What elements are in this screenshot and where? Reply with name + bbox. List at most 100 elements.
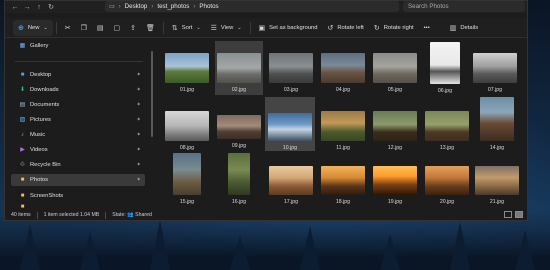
thumbnail-view-icon[interactable] bbox=[515, 211, 523, 218]
view-icon: ☰ bbox=[210, 24, 217, 32]
file-item[interactable]: 07.jpg bbox=[471, 53, 519, 93]
photo-thumbnail bbox=[228, 153, 250, 195]
sidebar-item-screenshots[interactable]: ■ ScreenShots bbox=[11, 190, 145, 202]
sidebar-item-recycle-bin[interactable]: ♲ Recycle Bin ✦ bbox=[11, 159, 145, 171]
refresh-icon[interactable]: ↻ bbox=[45, 3, 57, 11]
chevron-down-icon: ⌄ bbox=[237, 24, 242, 31]
file-item[interactable]: 21.jpg bbox=[473, 166, 521, 205]
file-item[interactable]: 15.jpg bbox=[169, 153, 205, 205]
rotate-right-label: Rotate right bbox=[383, 24, 414, 31]
file-name: 19.jpg bbox=[387, 199, 403, 205]
rotate-right-button[interactable]: ↻ Rotate right bbox=[369, 20, 419, 36]
sidebar-item-downloads[interactable]: ⬇ Downloads ✦ bbox=[11, 84, 145, 96]
view-button[interactable]: ☰ View ⌄ bbox=[206, 20, 247, 36]
copy-button[interactable]: ❐ bbox=[76, 20, 92, 36]
folder-icon: ■ bbox=[20, 177, 25, 183]
file-item[interactable]: 08.jpg bbox=[163, 111, 211, 151]
file-item[interactable]: 09.jpg bbox=[215, 115, 263, 149]
set-background-label: Set as background bbox=[269, 24, 318, 31]
sidebar-item-gallery[interactable]: ▦ Gallery bbox=[11, 40, 145, 52]
file-item[interactable]: 12.jpg bbox=[371, 111, 419, 151]
up-icon[interactable]: ↑ bbox=[33, 4, 45, 11]
breadcrumb-test-photos[interactable]: test_photos bbox=[157, 3, 189, 10]
details-view-icon[interactable] bbox=[504, 211, 512, 218]
file-item[interactable]: 14.jpg bbox=[477, 97, 517, 151]
forward-icon[interactable]: → bbox=[21, 4, 33, 11]
file-name: 01.jpg bbox=[179, 87, 195, 93]
file-item[interactable]: 19.jpg bbox=[371, 166, 419, 205]
desktop-icon: ■ bbox=[20, 72, 25, 78]
address-bar[interactable]: ▭ › Desktop › test_photos › Photos bbox=[105, 1, 399, 12]
file-item[interactable]: 18.jpg bbox=[319, 166, 367, 205]
downloads-icon: ⬇ bbox=[19, 87, 26, 93]
photo-thumbnail bbox=[217, 53, 261, 83]
delete-button[interactable]: 🗑 bbox=[141, 20, 160, 36]
sidebar-item-videos[interactable]: ▶ Videos ✦ bbox=[11, 144, 145, 156]
pin-icon[interactable]: ✦ bbox=[136, 87, 141, 93]
sidebar-item-pictures[interactable]: ▨ Pictures ✦ bbox=[11, 114, 145, 126]
sidebar-item-desktop[interactable]: ■ Desktop ✦ bbox=[11, 69, 145, 81]
background-icon: ▣ bbox=[258, 24, 266, 32]
pictures-icon: ▨ bbox=[19, 117, 26, 123]
sidebar-item-music[interactable]: ♪ Music ✦ bbox=[11, 129, 145, 141]
file-item-selected[interactable]: 02.jpg bbox=[215, 41, 263, 95]
file-name: 20.jpg bbox=[439, 199, 455, 205]
pin-icon[interactable]: ✦ bbox=[136, 132, 141, 138]
file-name: 17.jpg bbox=[283, 199, 299, 205]
photo-thumbnail bbox=[475, 166, 519, 195]
sidebar-scrollbar[interactable] bbox=[151, 51, 153, 137]
sort-label: Sort bbox=[181, 24, 193, 31]
share-button[interactable]: ⇪ bbox=[125, 20, 141, 36]
photo-thumbnail bbox=[480, 97, 514, 141]
gallery-icon: ▦ bbox=[19, 43, 26, 49]
sidebar-item-label: Recycle Bin bbox=[30, 162, 61, 168]
cut-button[interactable]: ✂ bbox=[60, 20, 76, 36]
file-item[interactable]: 20.jpg bbox=[423, 166, 471, 205]
selection-info: 1 item selected 1.04 MB bbox=[43, 212, 100, 218]
file-name: 06.jpg bbox=[437, 88, 453, 94]
breadcrumb-desktop[interactable]: Desktop bbox=[125, 3, 148, 10]
breadcrumb-photos[interactable]: Photos bbox=[199, 3, 218, 10]
file-item[interactable]: 17.jpg bbox=[267, 166, 315, 205]
search-input[interactable]: Search Photos bbox=[403, 1, 525, 12]
pin-icon[interactable]: ✦ bbox=[136, 117, 141, 123]
new-button[interactable]: ⊕ New ⌄ bbox=[13, 19, 53, 36]
pin-icon[interactable]: ✦ bbox=[136, 72, 141, 78]
file-item[interactable]: 01.jpg bbox=[163, 53, 211, 93]
file-item[interactable]: 11.jpg bbox=[319, 111, 367, 151]
file-name: 07.jpg bbox=[487, 87, 503, 93]
pin-icon[interactable]: ✦ bbox=[136, 102, 141, 108]
set-background-button[interactable]: ▣ Set as background bbox=[254, 20, 323, 36]
paste-icon: ▤ bbox=[96, 24, 104, 32]
sidebar-item-label: Gallery bbox=[30, 43, 49, 49]
sidebar-item-documents[interactable]: ▤ Documents ✦ bbox=[11, 99, 145, 111]
pin-icon[interactable]: ✦ bbox=[136, 162, 141, 168]
more-options-button[interactable]: ••• bbox=[419, 20, 435, 36]
scissors-icon: ✂ bbox=[64, 24, 71, 32]
pin-icon[interactable]: ✦ bbox=[136, 177, 141, 183]
file-item[interactable]: 03.jpg bbox=[267, 53, 315, 93]
file-item-hovered[interactable]: 10.jpg bbox=[265, 97, 315, 151]
file-name: 16.jpg bbox=[231, 199, 247, 205]
sort-button[interactable]: ⇅ Sort ⌄ bbox=[167, 20, 206, 36]
file-item[interactable]: 16.jpg bbox=[221, 153, 257, 205]
rotate-left-icon: ↺ bbox=[327, 24, 334, 32]
file-name: 18.jpg bbox=[335, 199, 351, 205]
details-label: Details bbox=[460, 24, 479, 31]
details-button[interactable]: ▥ Details bbox=[445, 20, 483, 36]
sidebar-item-label: Pictures bbox=[30, 117, 51, 123]
file-item[interactable]: 05.jpg bbox=[371, 53, 419, 93]
documents-icon: ▤ bbox=[19, 102, 26, 108]
share-icon: ⇪ bbox=[130, 24, 136, 32]
back-icon[interactable]: ← bbox=[9, 4, 21, 11]
file-item[interactable]: 13.jpg bbox=[423, 111, 471, 151]
trash-icon: 🗑 bbox=[145, 24, 155, 32]
paste-button[interactable]: ▤ bbox=[92, 20, 109, 36]
photo-thumbnail bbox=[425, 111, 469, 141]
file-item[interactable]: 06.jpg bbox=[423, 42, 467, 94]
pin-icon[interactable]: ✦ bbox=[136, 147, 141, 153]
sidebar-item-photos[interactable]: ■ Photos ✦ bbox=[11, 174, 145, 186]
rename-button[interactable]: ▢ bbox=[108, 20, 125, 36]
rotate-left-button[interactable]: ↺ Rotate left bbox=[323, 20, 369, 36]
file-item[interactable]: 04.jpg bbox=[319, 53, 367, 93]
